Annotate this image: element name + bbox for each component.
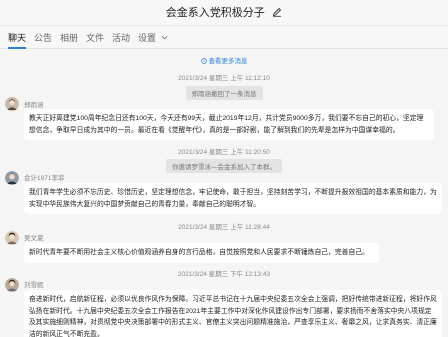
message-timestamp: 2021/3/24 星期三 上午 11:28:44 xyxy=(178,224,270,231)
tab-album[interactable]: 相册 xyxy=(60,27,78,49)
message-timestamp: 2021/3/24 星期三 上午 11:20:50 xyxy=(178,149,270,156)
message-timestamp: 2021/3/24 星期三 上午 11:12:10 xyxy=(178,75,270,82)
group-title: 会金系入党积极分子 xyxy=(165,7,265,19)
edit-icon[interactable] xyxy=(272,7,282,17)
window-title-bar: 会金系入党积极分子 xyxy=(0,0,448,26)
avatar[interactable] xyxy=(5,171,19,185)
clock-icon xyxy=(200,58,207,64)
tab-announcements[interactable]: 公告 xyxy=(34,27,52,49)
chevron-down-icon xyxy=(161,35,167,40)
message-bubble[interactable]: 新时代青年要不断用社会主义核心价值观涵养自身的言行品格，自觉按照党和人民要求不断… xyxy=(24,243,379,263)
load-more-link[interactable]: 查看更多消息 xyxy=(0,55,448,65)
sender-name: 刘雪妮 xyxy=(24,282,44,289)
tab-bar: 聊天 公告 相册 文件 活动 设置 xyxy=(0,27,448,49)
message-bubble[interactable]: 奋进新时代，启航新征程，必须以优良作风作为保障。习近平总书记在十九届中央纪委五次… xyxy=(24,290,442,337)
avatar[interactable] xyxy=(5,278,19,292)
message-bubble[interactable]: 教天正好离建党100周年纪念日还有100天，今天还有99天，截止2019年12月… xyxy=(24,109,434,140)
system-notice: 你邀请罗雪冰—会金系加入了本群。 xyxy=(0,156,448,174)
system-notice: 郑雨涵撤回了一条消息 xyxy=(0,83,448,101)
tab-chat[interactable]: 聊天 xyxy=(8,27,27,49)
chat-area[interactable]: 查看更多消息 2021/3/24 星期三 上午 11:12:10 郑雨涵撤回了一… xyxy=(0,50,448,337)
sender-name: 会计1971李菲 xyxy=(24,175,65,182)
tab-activities[interactable]: 活动 xyxy=(112,27,130,49)
sender-name: 郑雨涵 xyxy=(24,102,44,109)
message-bubble[interactable]: 我们青年学生必须不忘历史、珍惜历史，坚定理想信念，牢记使命，敢于担当，坚持刻苦学… xyxy=(24,183,442,214)
sender-name: 吴文夏 xyxy=(24,235,44,242)
avatar[interactable] xyxy=(5,231,19,245)
tab-settings[interactable]: 设置 xyxy=(138,27,168,49)
message-timestamp: 2021/3/24 星期三 下午 12:13:43 xyxy=(177,271,271,278)
avatar[interactable] xyxy=(5,97,19,111)
tab-files[interactable]: 文件 xyxy=(86,27,104,49)
